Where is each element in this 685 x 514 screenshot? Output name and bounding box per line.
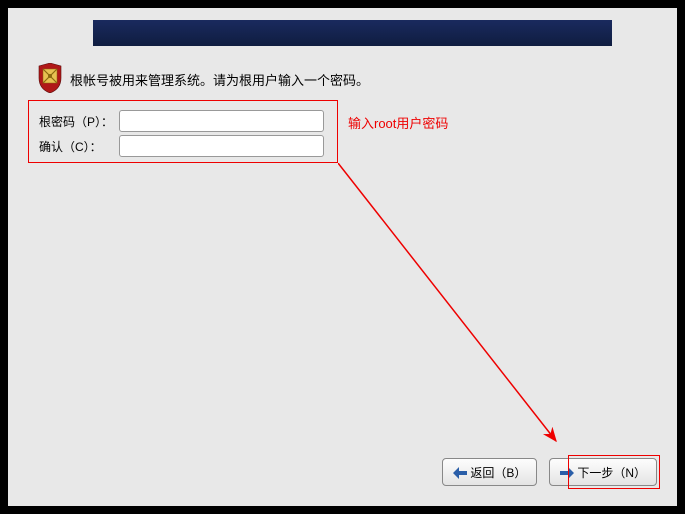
annotation-arrow bbox=[338, 163, 568, 453]
arrow-right-icon bbox=[560, 465, 574, 479]
header-bar bbox=[93, 20, 612, 46]
shield-icon bbox=[38, 63, 62, 93]
password-form-highlight: 根密码（P）： 确认（C）： bbox=[28, 100, 338, 163]
root-password-input[interactable] bbox=[119, 110, 324, 132]
annotation-text: 输入root用户密码 bbox=[348, 113, 448, 132]
installer-window: 根帐号被用来管理系统。请为根用户输入一个密码。 根密码（P）： 确认（C）： 输… bbox=[8, 8, 677, 506]
confirm-label: 确认（C）： bbox=[39, 138, 119, 155]
button-bar: 返回（B） 下一步（N） bbox=[442, 458, 657, 486]
password-label: 根密码（P）： bbox=[39, 113, 119, 130]
description-text: 根帐号被用来管理系统。请为根用户输入一个密码。 bbox=[70, 70, 369, 89]
next-button-label: 下一步（N） bbox=[577, 464, 646, 481]
confirm-row: 确认（C）： bbox=[39, 134, 324, 158]
back-button-label: 返回（B） bbox=[470, 464, 526, 481]
confirm-password-input[interactable] bbox=[119, 135, 324, 157]
back-button[interactable]: 返回（B） bbox=[442, 458, 537, 486]
password-row: 根密码（P）： bbox=[39, 109, 324, 133]
next-button[interactable]: 下一步（N） bbox=[549, 458, 657, 486]
arrow-left-icon bbox=[453, 465, 467, 479]
